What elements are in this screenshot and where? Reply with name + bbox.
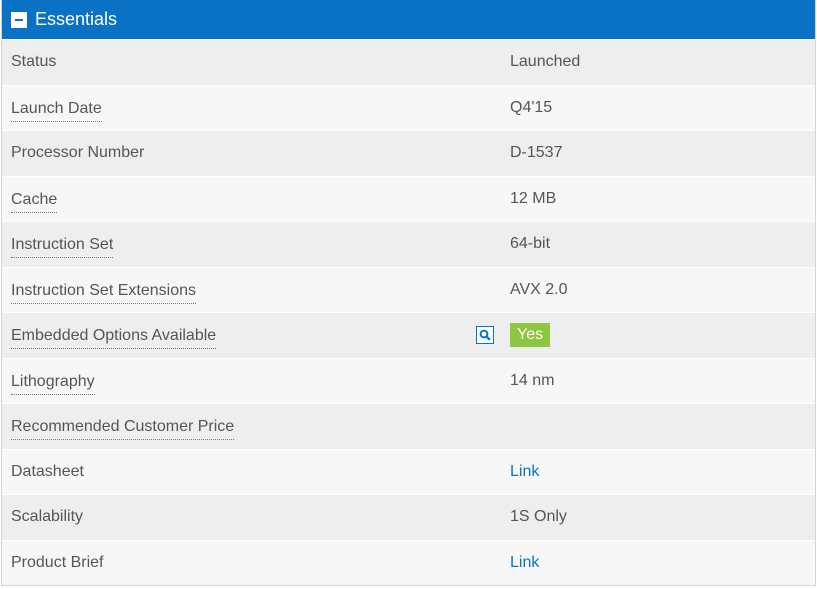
spec-label: Product Brief <box>11 553 104 571</box>
spec-label-tooltip-link[interactable]: Embedded Options Available <box>11 327 217 350</box>
spec-label: Status <box>11 53 57 71</box>
spec-value: 64-bit <box>510 235 551 253</box>
spec-value: D-1537 <box>510 144 563 162</box>
essentials-panel: Essentials Status Launched Launch Date Q… <box>1 0 816 586</box>
spec-row-cache: Cache 12 MB <box>2 175 815 221</box>
spec-label-tooltip-link[interactable]: Cache <box>11 191 58 213</box>
spec-row-datasheet: Datasheet Link <box>2 448 815 494</box>
spec-row-embedded-options: Embedded Options Available Yes <box>2 312 815 358</box>
spec-label: Datasheet <box>11 462 84 480</box>
essentials-header[interactable]: Essentials <box>2 0 815 39</box>
spec-value: Q4'15 <box>510 98 553 116</box>
spec-value: AVX 2.0 <box>510 280 568 298</box>
spec-row-processor-number: Processor Number D-1537 <box>2 130 815 176</box>
spec-row-recommended-price: Recommended Customer Price <box>2 403 815 449</box>
spec-row-product-brief: Product Brief Link <box>2 539 815 585</box>
essentials-title: Essentials <box>35 9 118 29</box>
yes-badge: Yes <box>510 323 551 348</box>
datasheet-link[interactable]: Link <box>510 463 539 480</box>
spec-label-tooltip-link[interactable]: Instruction Set Extensions <box>11 282 196 304</box>
product-brief-link[interactable]: Link <box>510 554 539 571</box>
spec-row-lithography: Lithography 14 nm <box>2 357 815 403</box>
spec-row-status: Status Launched <box>2 39 815 85</box>
spec-value: Launched <box>510 53 581 71</box>
spec-value: 14 nm <box>510 371 555 389</box>
spec-label-tooltip-link[interactable]: Launch Date <box>11 100 102 122</box>
spec-label-tooltip-link[interactable]: Lithography <box>11 373 95 395</box>
spec-value: 12 MB <box>510 189 557 207</box>
collapse-minus-icon[interactable] <box>11 11 27 28</box>
spec-label: Processor Number <box>11 144 145 162</box>
spec-value: 1S Only <box>510 508 567 526</box>
spec-label-tooltip-link[interactable]: Instruction Set <box>11 236 114 259</box>
spec-row-instruction-set: Instruction Set 64-bit <box>2 221 815 267</box>
search-icon[interactable] <box>476 326 494 345</box>
spec-label: Scalability <box>11 508 84 526</box>
spec-row-scalability: Scalability 1S Only <box>2 494 815 540</box>
spec-row-instruction-set-extensions: Instruction Set Extensions AVX 2.0 <box>2 266 815 312</box>
spec-label-tooltip-link[interactable]: Recommended Customer Price <box>11 418 235 441</box>
spec-row-launch-date: Launch Date Q4'15 <box>2 84 815 130</box>
